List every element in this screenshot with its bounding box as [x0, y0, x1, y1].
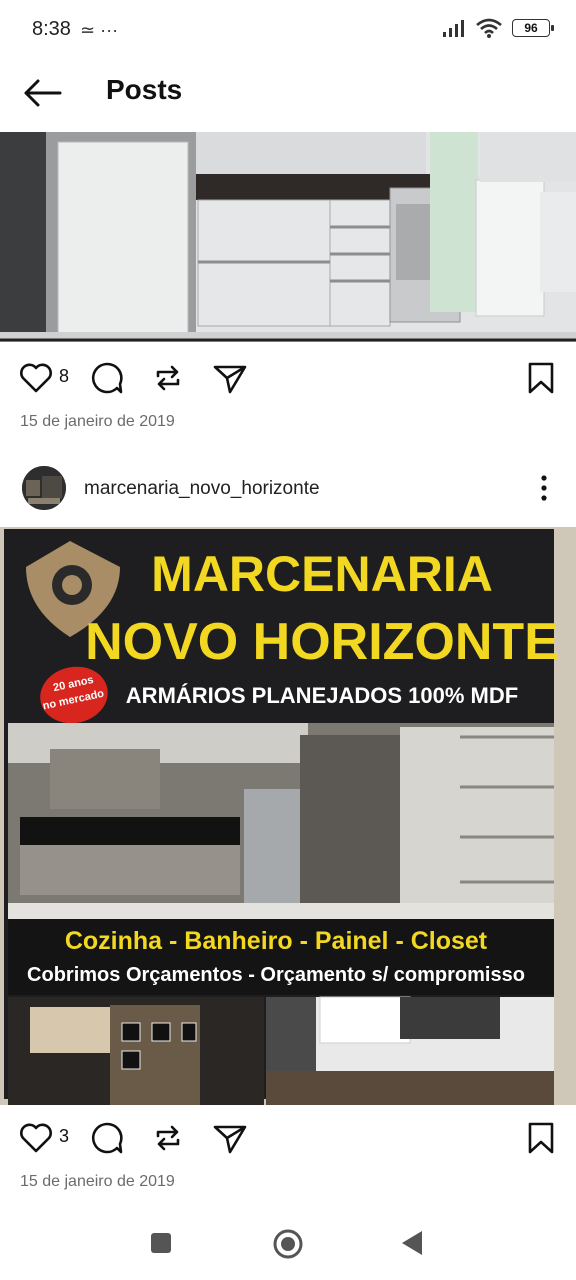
- like-count[interactable]: 8: [59, 366, 69, 387]
- more-vertical-icon[interactable]: [530, 472, 558, 504]
- flyer-tagline: Cobrimos Orçamentos - Orçamento s/ compr…: [27, 964, 525, 986]
- post-image-kitchen[interactable]: [0, 132, 576, 342]
- kitchen-illustration: [0, 132, 576, 342]
- repost-icon[interactable]: [150, 360, 186, 396]
- bookmark-icon[interactable]: [523, 360, 559, 396]
- battery-indicator: 96: [512, 19, 554, 37]
- post-image-flyer[interactable]: 20 anos no mercado MARCENARIA NOVO HORIZ…: [0, 527, 576, 1105]
- post2-actions: 3: [0, 1114, 576, 1162]
- arrow-left-icon[interactable]: [22, 78, 62, 108]
- bookmark-icon[interactable]: [523, 1120, 559, 1156]
- username[interactable]: marcenaria_novo_horizonte: [84, 478, 320, 500]
- flyer-subtitle: ARMÁRIOS PLANEJADOS 100% MDF: [126, 683, 518, 708]
- signal-icon: [443, 20, 464, 37]
- bottom-photos: [8, 996, 554, 1105]
- back-button[interactable]: [400, 1230, 424, 1256]
- comment-icon[interactable]: [89, 1120, 125, 1156]
- flyer-services: Cozinha - Banheiro - Painel - Closet: [65, 927, 488, 955]
- avatar[interactable]: [22, 466, 66, 510]
- status-time: 8:38: [32, 18, 71, 40]
- heart-icon[interactable]: [18, 360, 54, 396]
- post1-date: 15 de janeiro de 2019: [20, 413, 175, 430]
- flyer: 20 anos no mercado MARCENARIA NOVO HORIZ…: [0, 527, 576, 1105]
- interior-photo: [8, 723, 554, 919]
- page-title: Posts: [106, 74, 183, 105]
- post2-header: marcenaria_novo_horizonte: [0, 462, 576, 518]
- app-header: Posts: [0, 62, 576, 124]
- wifi-icon: [476, 18, 502, 38]
- status-bar: 8:38 ≃ ··· 96: [0, 0, 576, 62]
- notification-icons: ≃ ···: [80, 20, 119, 40]
- repost-icon[interactable]: [150, 1120, 186, 1156]
- heart-icon[interactable]: [18, 1120, 54, 1156]
- comment-icon[interactable]: [89, 360, 125, 396]
- system-nav-bar: [0, 1206, 576, 1280]
- recents-button[interactable]: [150, 1232, 172, 1254]
- flyer-title-1: MARCENARIA: [151, 546, 493, 602]
- like-count[interactable]: 3: [59, 1126, 69, 1147]
- status-right-icons: 96: [442, 18, 554, 38]
- send-icon[interactable]: [212, 360, 248, 396]
- post1-actions: 8: [0, 354, 576, 402]
- post2-date: 15 de janeiro de 2019: [20, 1173, 175, 1190]
- send-icon[interactable]: [212, 1120, 248, 1156]
- home-button[interactable]: [272, 1228, 304, 1260]
- flyer-title-2: NOVO HORIZONTE: [85, 613, 559, 671]
